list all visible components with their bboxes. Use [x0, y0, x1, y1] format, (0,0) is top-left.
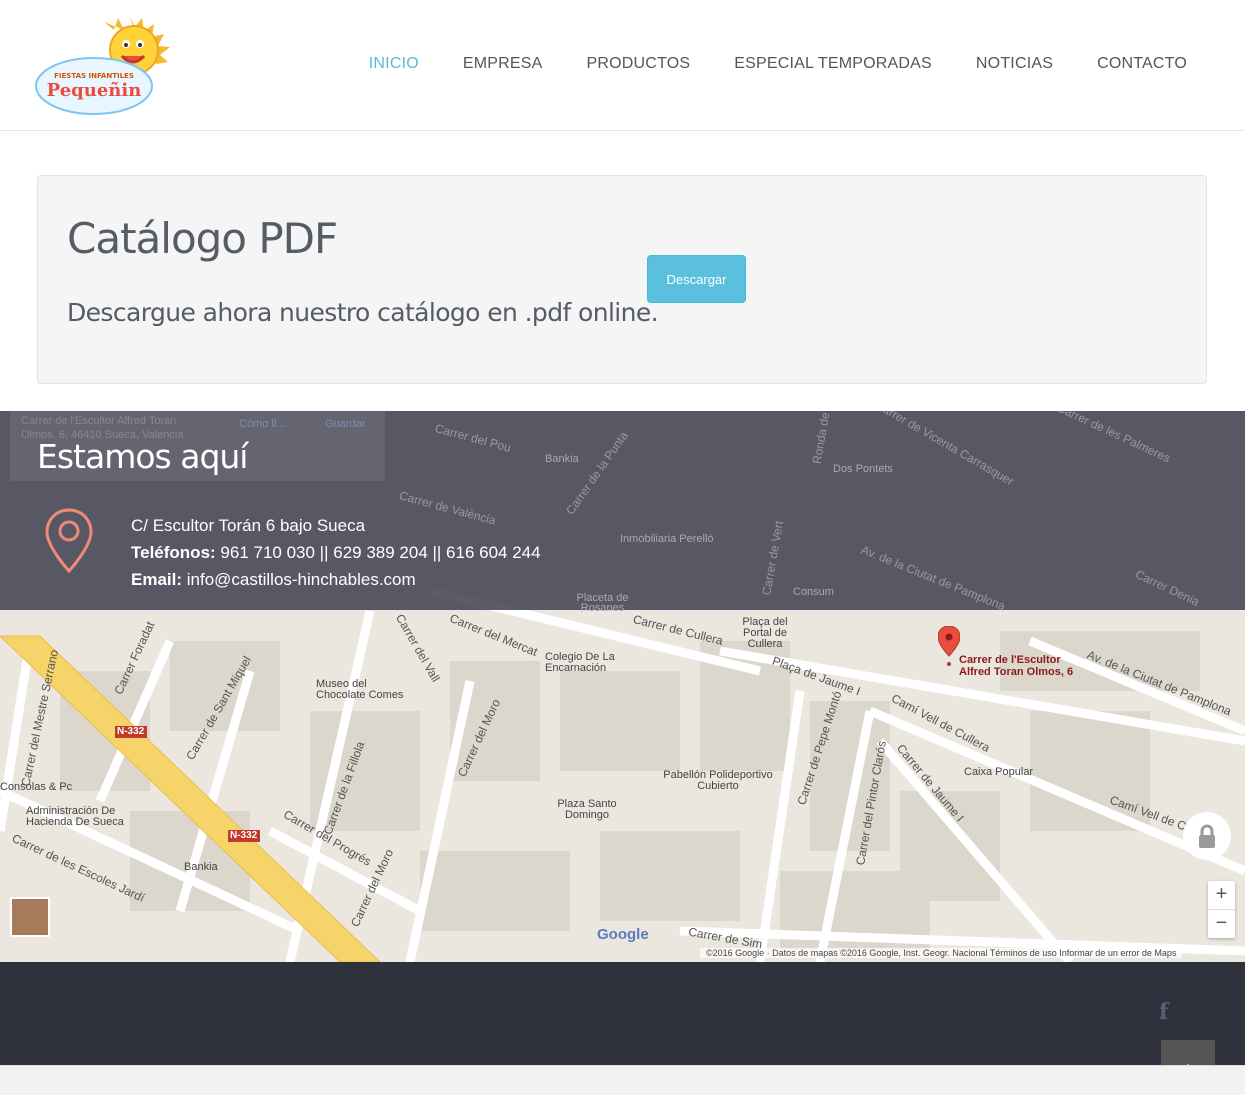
map-section[interactable]: N-332 N-332 Museo del Chocolate Comes Co… [0, 411, 1245, 962]
satellite-toggle[interactable] [10, 897, 50, 937]
nav-especial-temporadas[interactable]: ESPECIAL TEMPORADAS [734, 55, 932, 73]
save-link[interactable]: Guardar [325, 418, 365, 430]
nav-productos[interactable]: PRODUCTOS [587, 55, 691, 73]
logo-name: Pequeñin [47, 80, 142, 101]
catalog-title: Catálogo PDF [67, 214, 338, 263]
location-pin-icon [45, 508, 93, 574]
lock-icon[interactable] [1183, 812, 1231, 860]
zoom-control: + − [1208, 881, 1235, 938]
marker-label: Carrer de l'Escultor Alfred Toran Olmos,… [959, 654, 1074, 678]
street-label: Carrer de Vicenta Carrasquer [873, 411, 1017, 489]
email-label: Email: [131, 570, 183, 589]
street-label: Ronda de [809, 411, 833, 465]
poi-hacienda[interactable]: Administración De Hacienda De Sueca [26, 806, 136, 828]
contact-overlay: Carrer del Pou Carrer de València Carrer… [0, 411, 1245, 614]
download-button[interactable]: Descargar [647, 255, 746, 303]
poi-museo[interactable]: Museo del Chocolate Comes [316, 679, 416, 701]
location-marker-icon[interactable] [938, 626, 960, 668]
street-label: Av. de la Ciutat de Pamplona [858, 542, 1008, 614]
site-logo[interactable]: FIESTAS INFANTILES Pequeñin [34, 14, 174, 118]
poi-pabellon[interactable]: Pabellón Polideportivo Cubierto [663, 770, 773, 792]
street-label: Carrer de les Palmeres [1054, 411, 1173, 466]
nav-noticias[interactable]: NOTICIAS [976, 55, 1053, 73]
email-value[interactable]: info@castillos-hinchables.com [187, 570, 416, 589]
zoom-in-button[interactable]: + [1208, 881, 1235, 909]
nav-empresa[interactable]: EMPRESA [463, 55, 543, 73]
poi-colegio[interactable]: Colegio De La Encarnación [545, 652, 625, 674]
bottom-bar [0, 1065, 1245, 1095]
zoom-out-button[interactable]: − [1208, 910, 1235, 938]
road-label-n332: N-332 [230, 830, 258, 841]
street-label: Carrer Denia [1133, 567, 1202, 609]
phones-label: Teléfonos: [131, 543, 216, 562]
main-nav: INICIO EMPRESA PRODUCTOS ESPECIAL TEMPOR… [325, 55, 1187, 73]
map-attribution[interactable]: ©2016 Google · Datos de mapas ©2016 Goog… [700, 948, 1183, 958]
street-label: Carrer de la Punta [563, 428, 631, 518]
poi-bankia[interactable]: Bankia [184, 861, 218, 873]
contact-info: C/ Escultor Torán 6 bajo Sueca Teléfonos… [131, 512, 541, 593]
poi-consum[interactable]: Consum [793, 586, 834, 598]
street-label: Carrer de Vert [759, 519, 787, 597]
poi-placeta[interactable]: Placeta de Rosanes [575, 593, 630, 614]
directions-link[interactable]: Cómo ll... [239, 418, 285, 430]
contact-phones-row: Teléfonos: 961 710 030 || 629 389 204 ||… [131, 539, 541, 566]
poi-consolas[interactable]: Consolas & Pc [0, 781, 72, 793]
facebook-icon[interactable]: f [1159, 999, 1168, 1025]
poi-dos-pontets[interactable]: Dos Pontets [833, 463, 893, 475]
street-label: Carrer del Pou [433, 421, 513, 455]
road-label-n332: N-332 [117, 726, 145, 737]
poi-bankia[interactable]: Bankia [545, 453, 579, 465]
catalog-panel: Catálogo PDF Descargue ahora nuestro cat… [37, 175, 1207, 384]
location-heading: Estamos aquí [37, 437, 248, 476]
poi-caixa-popular[interactable]: Caixa Popular [964, 766, 1033, 778]
catalog-subtitle: Descargue ahora nuestro catálogo en .pdf… [67, 298, 659, 327]
site-footer: f [0, 962, 1245, 1094]
nav-inicio[interactable]: INICIO [369, 55, 419, 73]
logo-tagline: FIESTAS INFANTILES [54, 72, 134, 80]
poi-placa[interactable]: Plaça del Portal de Cullera [735, 617, 795, 650]
site-header: FIESTAS INFANTILES Pequeñin INICIO EMPRE… [0, 0, 1245, 131]
phones-value: 961 710 030 || 629 389 204 || 616 604 24… [220, 543, 541, 562]
poi-inmobiliaria[interactable]: Inmobiliaria Perelló [620, 533, 714, 545]
poi-plaza-santo-domingo[interactable]: Plaza Santo Domingo [557, 799, 617, 821]
google-logo: Google [597, 926, 649, 943]
contact-email-row: Email: info@castillos-hinchables.com [131, 566, 541, 593]
nav-contacto[interactable]: CONTACTO [1097, 55, 1187, 73]
contact-address: C/ Escultor Torán 6 bajo Sueca [131, 516, 366, 535]
